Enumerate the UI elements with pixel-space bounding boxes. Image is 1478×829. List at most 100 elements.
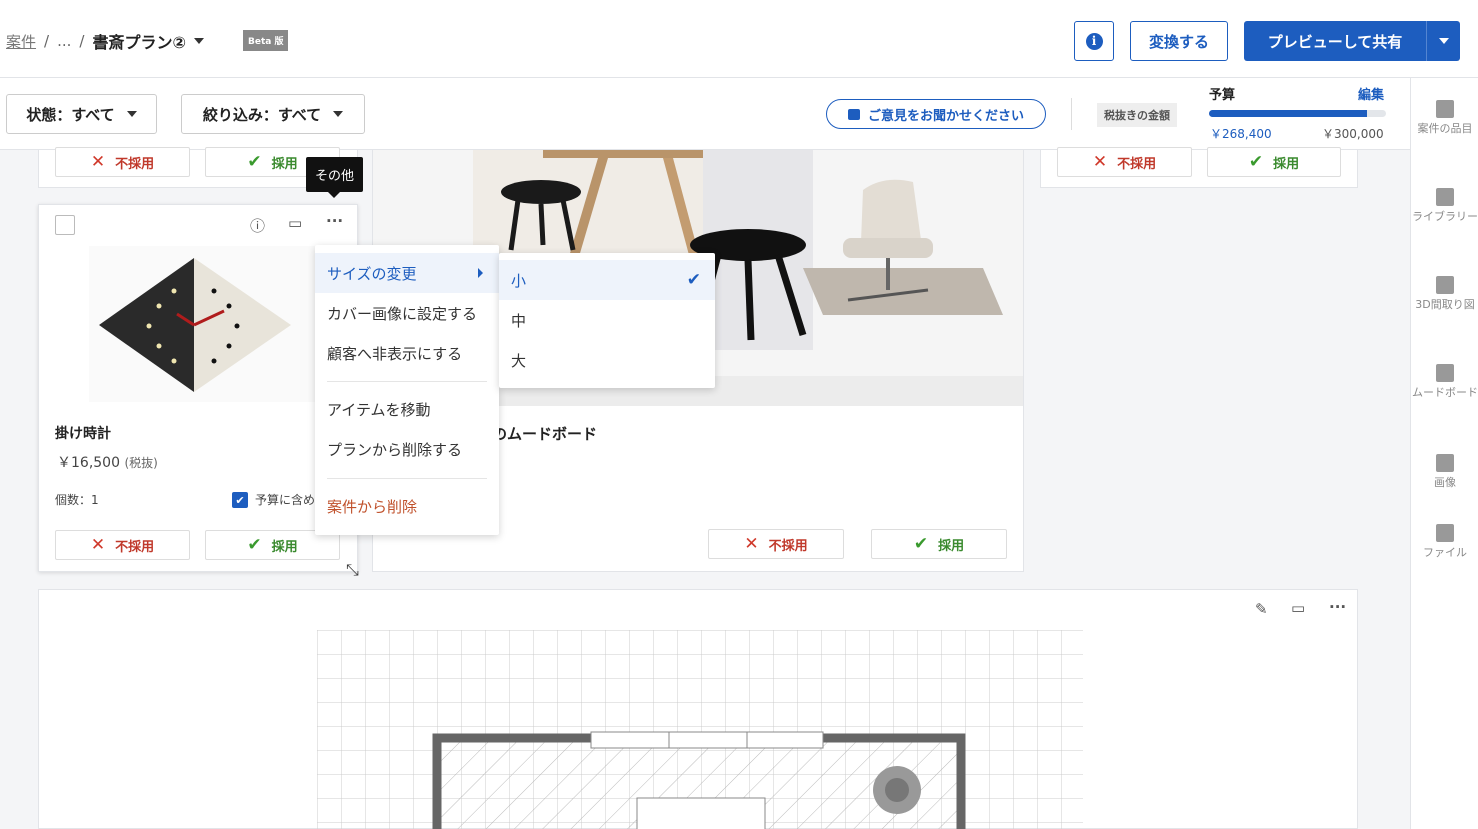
close-icon: ✕: [90, 535, 106, 555]
budget-used-amount: ￥268,400: [1210, 127, 1272, 141]
budget-progress-bar: [1209, 110, 1386, 117]
menu-item-delete-from-project[interactable]: 案件から削除: [315, 486, 499, 526]
info-icon[interactable]: ⓘ: [250, 215, 265, 236]
more-icon[interactable]: ···: [326, 212, 343, 230]
breadcrumb-ellipsis[interactable]: ...: [57, 32, 71, 50]
size-option-large[interactable]: 大: [499, 340, 715, 380]
status-filter[interactable]: 状態：すべて: [6, 94, 157, 134]
menu-item-move[interactable]: アイテムを移動: [315, 389, 499, 429]
edit-icon[interactable]: ✎: [1255, 600, 1268, 618]
more-icon[interactable]: ···: [1329, 598, 1346, 616]
feedback-button[interactable]: ご意見をお聞かせください: [826, 99, 1046, 129]
breadcrumb-separator: /: [44, 32, 50, 50]
reject-button[interactable]: ✕ 不採用: [1057, 147, 1192, 177]
chevron-down-icon: [126, 111, 137, 117]
plan-name[interactable]: 書斎プラン②: [92, 29, 186, 53]
sidebar-item-label: 3D間取り図: [1415, 298, 1475, 311]
check-icon: ✔: [247, 535, 262, 555]
size-submenu: 小 ✔ 中 大: [499, 253, 715, 388]
sidebar-item-label: ライブラリー: [1412, 210, 1478, 223]
sidebar-item-library[interactable]: ライブラリー: [1411, 188, 1478, 223]
moodboard-title: のムードボード: [492, 425, 598, 443]
accept-button[interactable]: ✔ 採用: [1207, 147, 1341, 177]
sidebar-item-moodboard[interactable]: ムードボード: [1411, 364, 1478, 399]
size-option-small[interactable]: 小 ✔: [499, 260, 715, 300]
item-quantity: 個数：1: [55, 493, 99, 507]
price-note: (税抜): [124, 456, 158, 470]
menu-item-hide-from-client[interactable]: 顧客へ非表示にする: [315, 333, 499, 373]
reject-button[interactable]: ✕ 不採用: [708, 529, 844, 559]
comment-icon[interactable]: ▭: [288, 214, 302, 232]
menu-item-remove-from-plan[interactable]: プランから削除する: [315, 429, 499, 469]
budget-progress-fill: [1209, 110, 1368, 117]
preview-share-button[interactable]: プレビューして共有: [1244, 21, 1460, 61]
breadcrumb-root-link[interactable]: 案件: [6, 31, 36, 52]
narrow-filter[interactable]: 絞り込み：すべて: [181, 94, 365, 134]
budget-total-amount: ￥300,000: [1322, 127, 1384, 141]
size-option-label: 小: [511, 271, 527, 290]
sidebar-item-3d-floorplan[interactable]: 3D間取り図: [1411, 276, 1478, 311]
check-icon: ✔: [247, 152, 262, 172]
reject-button[interactable]: ✕ 不採用: [55, 147, 190, 177]
chevron-down-icon: [1438, 38, 1449, 44]
convert-button[interactable]: 変換する: [1130, 21, 1228, 61]
file-icon: [1436, 524, 1454, 542]
divider: [1071, 98, 1072, 130]
clock-product-image: [89, 246, 319, 402]
breadcrumb-separator: /: [79, 32, 85, 50]
comment-icon[interactable]: ▭: [1291, 599, 1305, 617]
narrow-filter-label: 絞り込み：すべて: [202, 105, 322, 124]
share-dropdown-toggle[interactable]: [1426, 21, 1460, 61]
resize-handle-icon[interactable]: ⤡: [346, 560, 359, 580]
preview-share-label[interactable]: プレビューして共有: [1244, 21, 1426, 61]
menu-item-resize[interactable]: サイズの変更: [315, 253, 499, 293]
size-option-label: 大: [511, 351, 527, 370]
include-budget-checkbox[interactable]: ✔: [232, 492, 248, 508]
menu-item-label: アイテムを移動: [327, 400, 431, 419]
item-name: 掛け時計: [55, 426, 111, 442]
menu-item-label: 顧客へ非表示にする: [327, 344, 463, 363]
tax-excluded-chip: 税抜きの金額: [1097, 103, 1177, 127]
menu-item-label: カバー画像に設定する: [327, 304, 478, 323]
reject-label: 不採用: [115, 156, 155, 172]
reject-button[interactable]: ✕ 不採用: [55, 530, 190, 560]
sidebar-item-project-items[interactable]: 案件の品目: [1411, 100, 1478, 135]
check-icon: ✔: [913, 534, 929, 554]
close-icon: ✕: [90, 152, 106, 172]
select-checkbox[interactable]: [55, 215, 75, 235]
accept-button[interactable]: ✔ 採用: [871, 529, 1007, 559]
library-icon: [1436, 188, 1454, 206]
info-button[interactable]: i: [1074, 21, 1114, 61]
chevron-right-icon: [478, 268, 483, 278]
sidebar-item-label: 画像: [1434, 476, 1456, 489]
budget-label: 予算: [1209, 88, 1236, 103]
floorplan-card: ✎ ▭ ···: [38, 589, 1358, 829]
size-option-medium[interactable]: 中: [499, 300, 715, 340]
floorplan-image: [317, 630, 1083, 829]
sidebar-item-images[interactable]: 画像: [1411, 454, 1478, 489]
moodboard-icon: [1436, 364, 1454, 382]
price-value: ￥16,500: [57, 455, 120, 471]
sidebar-item-label: 案件の品目: [1417, 122, 1473, 135]
sidebar-item-files[interactable]: ファイル: [1411, 524, 1478, 559]
info-icon: i: [1085, 32, 1103, 50]
reject-label: 不採用: [768, 538, 808, 554]
menu-item-label: プランから削除する: [327, 440, 463, 459]
menu-item-set-cover[interactable]: カバー画像に設定する: [315, 293, 499, 333]
status-filter-label: 状態：すべて: [26, 105, 115, 124]
menu-divider: [327, 381, 487, 382]
reject-label: 不採用: [1117, 156, 1157, 172]
accept-label: 採用: [938, 538, 965, 554]
feedback-label: ご意見をお聞かせください: [867, 108, 1024, 124]
top-bar: 案件 / ... / 書斎プラン② Beta 版 i 変換する プレビューして共…: [0, 0, 1478, 78]
breadcrumb: 案件 / ... / 書斎プラン②: [6, 29, 205, 53]
chevron-down-icon[interactable]: [194, 38, 205, 44]
floorplan-3d-icon: [1436, 276, 1454, 294]
beta-badge: Beta 版: [243, 30, 289, 51]
accept-label: 採用: [1273, 156, 1300, 172]
right-sidebar: 案件の品目 ライブラリー 3D間取り図 ムードボード 画像 ファイル: [1410, 78, 1478, 829]
budget-edit-link[interactable]: 編集: [1358, 84, 1384, 103]
size-option-label: 中: [511, 311, 527, 330]
filter-bar: 状態：すべて 絞り込み：すべて ご意見をお聞かせください 税抜きの金額 予算 編…: [0, 78, 1410, 150]
menu-item-label: サイズの変更: [327, 264, 417, 283]
